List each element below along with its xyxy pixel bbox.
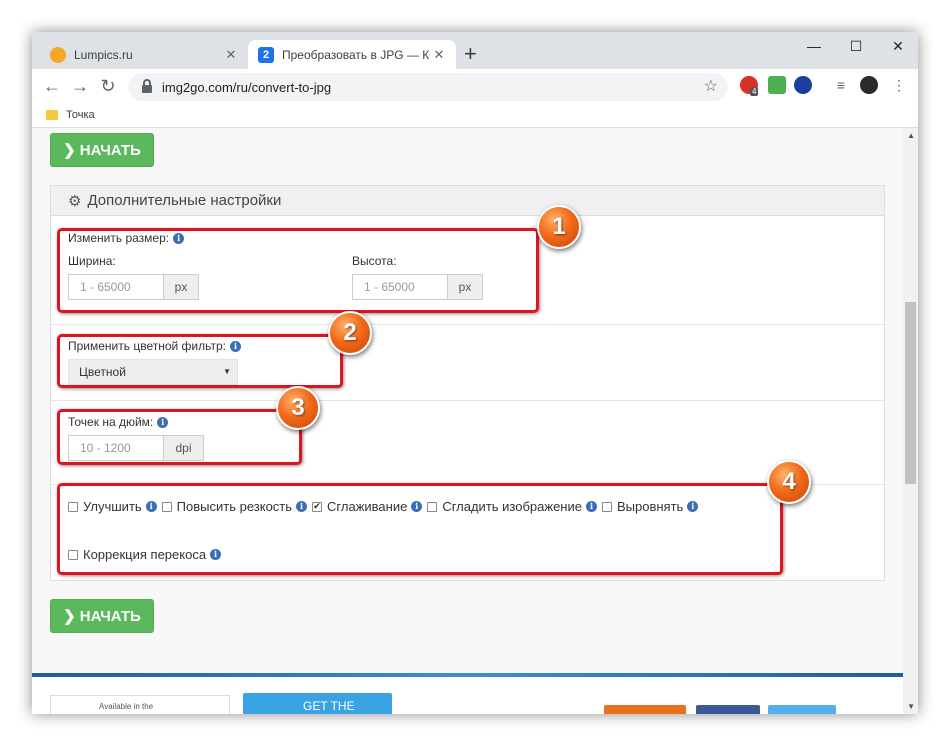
img2go-favicon-icon: 2 (258, 46, 274, 63)
forward-arrow-icon[interactable]: → (68, 74, 92, 98)
vertical-scrollbar[interactable]: ▲ ▼ (903, 128, 918, 714)
start-label: НАЧАТЬ (79, 607, 141, 625)
start-button-top[interactable]: ❯ НАЧАТЬ (50, 133, 154, 167)
tab-img2go[interactable]: 2 Преобразовать в JPG — Конвер ✕ (248, 40, 456, 69)
start-label: НАЧАТЬ (79, 141, 141, 159)
lock-icon (142, 79, 152, 93)
avatar[interactable] (860, 76, 878, 94)
page-content: ❯ НАЧАТЬ ⚙ Дополнительные настройки Изме… (32, 128, 918, 714)
annotation-badge-2: 2 (328, 311, 372, 355)
new-tab-button[interactable]: + (464, 42, 477, 66)
annotation-frame-4 (57, 483, 783, 575)
share-button-facebook[interactable] (696, 705, 760, 714)
menu-dots-icon[interactable]: ⋮ (890, 76, 908, 94)
browser-window: Lumpics.ru ✕ 2 Преобразовать в JPG — Кон… (32, 32, 918, 714)
annotation-frame-2 (57, 334, 343, 388)
gears-icon: ⚙ (68, 192, 82, 210)
scroll-down-arrow-icon[interactable]: ▼ (907, 702, 915, 711)
store-badge[interactable]: Available in the (50, 695, 230, 714)
tab-lumpics[interactable]: Lumpics.ru ✕ (40, 40, 248, 69)
url-text: img2go.com/ru/convert-to-jpg (162, 79, 332, 95)
tab-close-icon[interactable]: ✕ (430, 47, 448, 63)
lumpics-favicon-icon (50, 46, 66, 63)
annotation-badge-4: 4 (767, 460, 811, 504)
playlist-icon[interactable]: ≡ (832, 76, 850, 94)
chevron-right-icon: ❯ (63, 142, 76, 159)
scrollbar-thumb[interactable] (905, 302, 916, 484)
tab-strip: Lumpics.ru ✕ 2 Преобразовать в JPG — Кон… (32, 32, 918, 69)
back-arrow-icon[interactable]: ← (40, 74, 64, 98)
bookmarks-bar: Точка (32, 103, 918, 128)
chevron-right-icon: ❯ (63, 608, 76, 625)
scroll-up-arrow-icon[interactable]: ▲ (907, 131, 915, 140)
browser-toolbar: ← → ↻ img2go.com/ru/convert-to-jpg ☆ 4 ≡… (32, 69, 918, 103)
annotation-frame-3 (57, 409, 302, 465)
start-button-bottom[interactable]: ❯ НАЧАТЬ (50, 599, 154, 633)
annotation-badge-1: 1 (537, 205, 581, 249)
reload-icon[interactable]: ↻ (96, 74, 120, 98)
folder-icon (46, 110, 58, 120)
address-bar[interactable]: img2go.com/ru/convert-to-jpg ☆ (128, 73, 728, 101)
get-app-badge[interactable]: GET THE (243, 693, 392, 714)
panel-title: Дополнительные настройки (87, 192, 282, 209)
bookmark-item[interactable]: Точка (66, 109, 95, 121)
annotation-badge-3: 3 (276, 386, 320, 430)
footer: Available in the GET THE (32, 677, 903, 714)
bookmark-star-icon[interactable]: ☆ (704, 76, 718, 96)
music-extension-icon[interactable] (768, 76, 786, 94)
annotation-frame-1 (57, 228, 539, 313)
tab-close-icon[interactable]: ✕ (222, 47, 240, 63)
extension-badge: 4 (750, 87, 759, 96)
close-window-button[interactable]: ✕ (878, 38, 918, 55)
panel-header: ⚙ Дополнительные настройки (51, 186, 884, 216)
maximize-button[interactable]: ☐ (836, 38, 876, 55)
tab-title: Преобразовать в JPG — Конвер (282, 47, 430, 62)
globe-extension-icon[interactable] (794, 76, 812, 94)
share-button-orange[interactable] (604, 705, 686, 714)
tab-title: Lumpics.ru (74, 47, 133, 62)
share-button-twitter[interactable] (768, 705, 836, 714)
minimize-button[interactable]: — (794, 38, 834, 54)
